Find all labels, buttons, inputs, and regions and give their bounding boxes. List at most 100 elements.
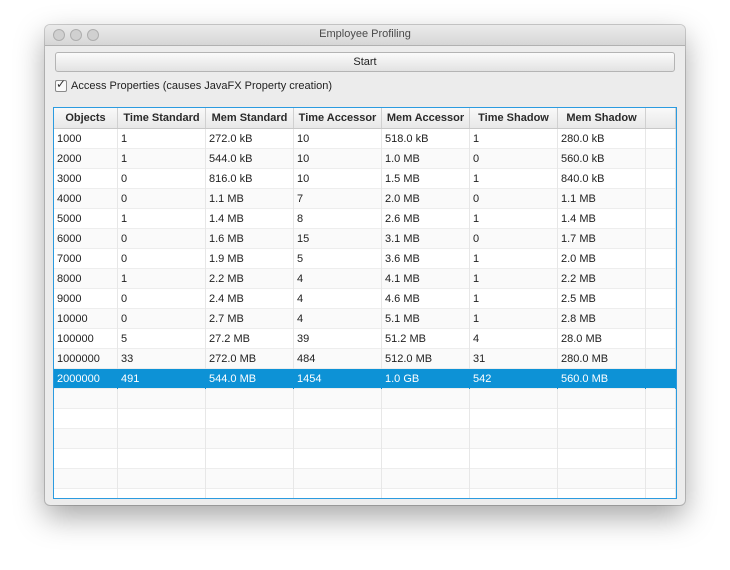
empty-table-row xyxy=(54,469,676,489)
table-cell: 2.5 MB xyxy=(558,289,646,309)
table-cell xyxy=(558,469,646,489)
column-header-mem-standard[interactable]: Mem Standard xyxy=(206,108,294,128)
table-cell xyxy=(382,409,470,429)
table-row[interactable]: 2000000 491 544.0 MB 1454 1.0 GB 542 560.0 MB xyxy=(54,369,676,389)
table-cell-filler xyxy=(646,169,676,189)
table-cell xyxy=(206,449,294,469)
table-row[interactable]: 100000 5 27.2 MB 39 51.2 MB 4 28.0 MB xyxy=(54,329,676,349)
access-properties-label: Access Properties (causes JavaFX Propert… xyxy=(71,80,333,92)
table-cell-filler xyxy=(646,349,676,369)
table-cell: 28.0 MB xyxy=(558,329,646,349)
column-header-time-accessor[interactable]: Time Accessor xyxy=(294,108,382,128)
table-cell xyxy=(54,409,118,429)
table-cell: 1.1 MB xyxy=(558,189,646,209)
table-cell: 1 xyxy=(470,269,558,289)
table-cell xyxy=(118,389,206,409)
table-row[interactable]: 3000 0 816.0 kB 10 1.5 MB 1 840.0 kB xyxy=(54,169,676,189)
table-cell: 1 xyxy=(470,129,558,149)
column-header-time-shadow[interactable]: Time Shadow xyxy=(470,108,558,128)
table-cell: 4 xyxy=(294,289,382,309)
start-button[interactable]: Start xyxy=(55,52,675,72)
table-cell: 33 xyxy=(118,349,206,369)
table-cell xyxy=(54,449,118,469)
table-cell xyxy=(470,449,558,469)
column-header-mem-accessor[interactable]: Mem Accessor xyxy=(382,108,470,128)
table-cell: 2.0 MB xyxy=(558,249,646,269)
table-cell: 0 xyxy=(118,289,206,309)
column-header-time-standard[interactable]: Time Standard xyxy=(118,108,206,128)
table-cell: 518.0 kB xyxy=(382,129,470,149)
table-cell: 3.1 MB xyxy=(382,229,470,249)
table-cell: 5 xyxy=(118,329,206,349)
table-row[interactable]: 1000000 33 272.0 MB 484 512.0 MB 31 280.0 MB xyxy=(54,349,676,369)
empty-table-row xyxy=(54,389,676,409)
empty-table-row xyxy=(54,489,676,498)
table-row[interactable]: 10000 0 2.7 MB 4 5.1 MB 1 2.8 MB xyxy=(54,309,676,329)
table-cell: 1000 xyxy=(54,129,118,149)
table-cell: 2.2 MB xyxy=(206,269,294,289)
table-cell xyxy=(206,409,294,429)
table-cell xyxy=(54,429,118,449)
table-cell xyxy=(558,449,646,469)
table-cell: 512.0 MB xyxy=(382,349,470,369)
table-cell: 6000 xyxy=(54,229,118,249)
table-cell: 0 xyxy=(470,189,558,209)
column-header-filler xyxy=(646,108,676,128)
table-cell-filler xyxy=(646,189,676,209)
table-body: 1000 1 272.0 kB 10 518.0 kB 1 280.0 kB 2000 1 544… xyxy=(54,129,676,498)
table-cell: 0 xyxy=(118,229,206,249)
table-cell: 3000 xyxy=(54,169,118,189)
table-row[interactable]: 6000 0 1.6 MB 15 3.1 MB 0 1.7 MB xyxy=(54,229,676,249)
table-cell: 1.0 MB xyxy=(382,149,470,169)
table-cell-filler xyxy=(646,329,676,349)
table-cell: 280.0 MB xyxy=(558,349,646,369)
table-cell: 9000 xyxy=(54,289,118,309)
table-cell xyxy=(382,429,470,449)
table-cell: 10 xyxy=(294,129,382,149)
table-cell: 4 xyxy=(294,309,382,329)
table-cell: 1 xyxy=(470,289,558,309)
column-header-objects[interactable]: Objects xyxy=(54,108,118,128)
empty-table-row xyxy=(54,449,676,469)
table-cell: 1.4 MB xyxy=(206,209,294,229)
table-cell: 27.2 MB xyxy=(206,329,294,349)
table-cell: 4000 xyxy=(54,189,118,209)
access-properties-option[interactable]: ✓ Access Properties (causes JavaFX Prope… xyxy=(55,77,333,93)
table-cell xyxy=(118,449,206,469)
profiling-table[interactable]: Objects Time Standard Mem Standard Time … xyxy=(53,107,677,499)
title-bar: Employee Profiling xyxy=(45,25,685,46)
table-cell xyxy=(206,429,294,449)
table-cell-filler xyxy=(646,129,676,149)
table-cell xyxy=(206,489,294,498)
table-row[interactable]: 5000 1 1.4 MB 8 2.6 MB 1 1.4 MB xyxy=(54,209,676,229)
empty-table-row xyxy=(54,409,676,429)
table-cell-filler xyxy=(646,309,676,329)
column-header-mem-shadow[interactable]: Mem Shadow xyxy=(558,108,646,128)
table-row[interactable]: 4000 0 1.1 MB 7 2.0 MB 0 1.1 MB xyxy=(54,189,676,209)
table-cell: 15 xyxy=(294,229,382,249)
table-cell xyxy=(470,429,558,449)
table-row[interactable]: 8000 1 2.2 MB 4 4.1 MB 1 2.2 MB xyxy=(54,269,676,289)
table-cell: 39 xyxy=(294,329,382,349)
table-cell: 5 xyxy=(294,249,382,269)
table-cell: 272.0 MB xyxy=(206,349,294,369)
table-cell xyxy=(382,449,470,469)
table-cell: 1 xyxy=(118,209,206,229)
table-row[interactable]: 7000 0 1.9 MB 5 3.6 MB 1 2.0 MB xyxy=(54,249,676,269)
table-cell-filler xyxy=(646,409,676,429)
table-cell-filler xyxy=(646,209,676,229)
table-cell xyxy=(558,409,646,429)
table-cell xyxy=(470,489,558,498)
table-cell: 1.7 MB xyxy=(558,229,646,249)
table-cell-filler xyxy=(646,469,676,489)
access-properties-checkbox[interactable]: ✓ xyxy=(55,77,67,92)
table-row[interactable]: 2000 1 544.0 kB 10 1.0 MB 0 560.0 kB xyxy=(54,149,676,169)
table-row[interactable]: 9000 0 2.4 MB 4 4.6 MB 1 2.5 MB xyxy=(54,289,676,309)
table-cell-filler xyxy=(646,229,676,249)
table-cell: 51.2 MB xyxy=(382,329,470,349)
table-cell: 484 xyxy=(294,349,382,369)
table-cell: 1.6 MB xyxy=(206,229,294,249)
table-cell: 8000 xyxy=(54,269,118,289)
table-row[interactable]: 1000 1 272.0 kB 10 518.0 kB 1 280.0 kB xyxy=(54,129,676,149)
table-cell xyxy=(294,409,382,429)
